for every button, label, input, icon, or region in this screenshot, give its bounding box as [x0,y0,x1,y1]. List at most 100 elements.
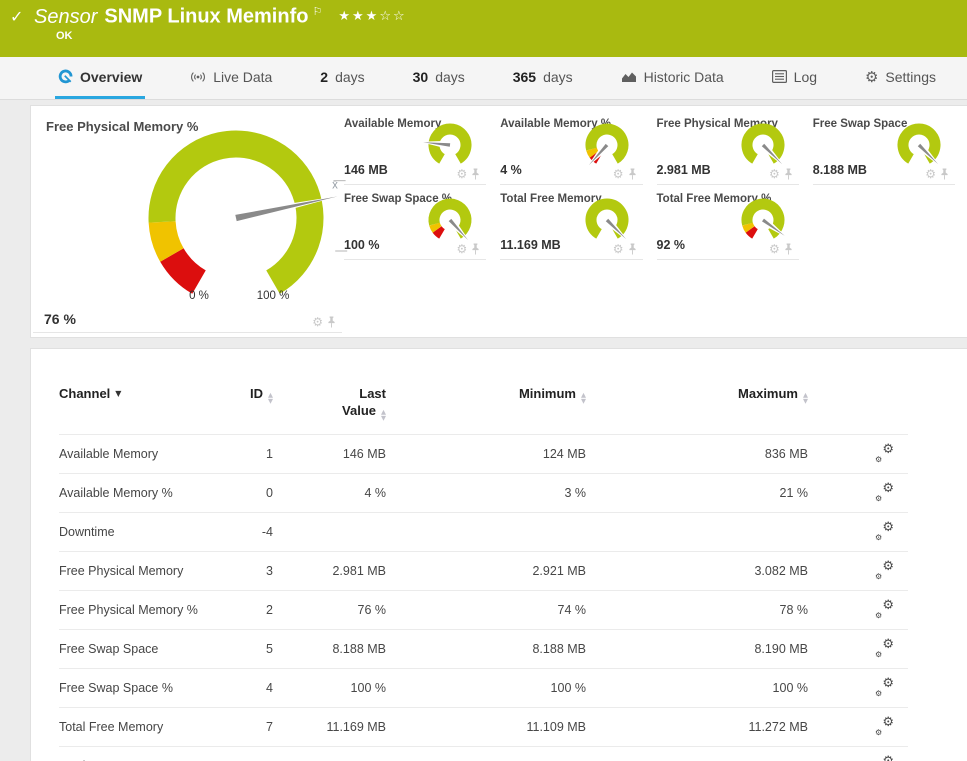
tile-actions: ⚙ [456,168,480,180]
channel-row-available-memory: Available Memory % 0 4 % 3 % 21 % ⚙ ⚙ [59,473,908,513]
gear-icon[interactable]: ⚙ [925,168,936,180]
tile-actions: ⚙ [925,168,949,180]
pin-icon[interactable] [327,316,336,328]
column-actions [808,385,908,435]
channel-maximum [586,512,808,552]
tab-number: 2 [320,68,329,85]
tab-log[interactable]: Log [769,57,820,99]
gauges-panel: Free Physical Memory % 0 % 100 % x̄ 76 % ⚙… [30,105,967,338]
pin-icon[interactable] [784,243,793,255]
channel-maximum: 21 % [586,473,808,513]
channel-settings-icon[interactable]: ⚙⚙ [875,637,894,659]
gauge-value: 4 % [500,163,522,177]
channel-row-total-free-memory: Total Free Memory 7 11.169 MB 11.109 MB 11.2… [59,707,908,747]
gauge-value: 100 % [344,238,380,252]
channel-minimum: 8.188 MB [386,629,586,669]
channel-settings-icon[interactable]: ⚙⚙ [875,676,894,698]
gauge-value: 11.169 MB [500,238,561,252]
pin-icon[interactable] [784,168,793,180]
star-empty-icon[interactable]: ☆ [393,9,407,24]
priority-stars[interactable]: ★★★☆☆ [338,9,406,24]
tile-actions: ⚙ [456,243,480,255]
small-gauges-grid: Available Memory 146 MB ⚙ Available Memory … [342,106,967,337]
column-header-channel[interactable]: Channel ▼ [59,385,209,435]
tab-2-days[interactable]: 2 days [317,57,367,99]
gear-icon[interactable]: ⚙ [769,168,780,180]
channel-settings-icon[interactable]: ⚙⚙ [875,442,894,464]
column-header-maximum[interactable]: Maximum ▲ ▼ [586,385,808,435]
status-check-icon: ✓ [10,7,24,26]
pin-icon[interactable] [628,168,637,180]
gear-icon[interactable]: ⚙ [613,243,624,255]
gauge-value: 8.188 MB [812,163,867,177]
channel-minimum: 74 % [386,590,586,630]
pin-icon[interactable] [628,243,637,255]
channel-id: 4 [209,668,273,708]
channel-last-value: 2.981 MB [273,551,386,591]
tab-overview[interactable]: Overview [55,57,146,99]
pin-icon[interactable] [940,168,949,180]
tab-historic-data[interactable]: Historic Data [618,57,727,99]
pin-icon[interactable] [471,168,480,180]
channel-maximum: 100 % [586,668,808,708]
pin-icon[interactable] [471,243,480,255]
star-filled-icon[interactable]: ★ [366,9,380,24]
channel-minimum: 2.921 MB [386,551,586,591]
gear-icon[interactable]: ⚙ [769,243,780,255]
sort-icon: ▲ ▼ [268,391,273,405]
broadcast-icon [190,70,206,84]
column-header-id[interactable]: ID ▲ ▼ [209,385,273,435]
channel-name: Available Memory [59,434,209,474]
channel-row-free-swap-space: Free Swap Space 5 8.188 MB 8.188 MB 8.190 MB… [59,629,908,669]
star-filled-icon[interactable]: ★ [352,9,366,24]
tab-label: Log [793,68,818,85]
channel-last-value: 4 % [273,473,386,513]
channel-settings-icon[interactable]: ⚙⚙ [875,481,894,503]
channel-name: Free Swap Space [59,629,209,669]
channel-minimum: 124 MB [386,434,586,474]
channel-row-downtime: Downtime -4 ⚙ ⚙ [59,512,908,552]
gauge-tile-free-swap-space: Free Swap Space % 100 % ⚙ [344,185,487,260]
status-badge: OK [56,29,73,42]
star-empty-icon[interactable]: ☆ [379,9,393,24]
gear-icon[interactable]: ⚙ [613,168,624,180]
tab-settings[interactable]: ⚙ Settings [862,57,939,99]
channel-maximum: 11.272 MB [586,707,808,747]
channel-id: 6 [209,746,273,761]
channel-name: Free Physical Memory % [59,590,209,630]
star-filled-icon[interactable]: ★ [338,9,352,24]
flag-icon[interactable]: ⚐ [312,5,322,18]
channel-name: Total Free Memory [59,707,209,747]
channel-settings-icon[interactable]: ⚙⚙ [875,520,894,542]
tab-label: days [543,68,573,85]
tab-365-days[interactable]: 365 days [510,57,576,99]
channel-last-value: 11.169 MB [273,707,386,747]
tile-actions: ⚙ [312,316,336,328]
column-header-minimum[interactable]: Minimum ▲ ▼ [386,385,586,435]
sensor-header: ✓ Sensor SNMP Linux Meminfo ⚐ ★★★☆☆ OK [0,0,967,57]
gauge-tile-free-swap-space: Free Swap Space 8.188 MB ⚙ [812,110,955,185]
tab-number: 365 [512,68,537,85]
channel-settings-icon[interactable]: ⚙⚙ [875,754,894,761]
gear-icon: ⚙ [864,67,879,86]
gear-icon[interactable]: ⚙ [456,168,467,180]
channel-name: Free Physical Memory [59,551,209,591]
channel-last-value: 76 % [273,590,386,630]
tab-30-days[interactable]: 30 days [410,57,468,99]
sensor-tabbar: Overview Live Data 2 days 30 days 365 days Histo… [0,57,967,100]
tab-number: 30 [412,68,429,85]
channel-last-value [273,512,386,552]
tab-live-data[interactable]: Live Data [187,57,275,99]
column-header-last-value[interactable]: Last Value ▲ ▼ [273,385,386,435]
channel-settings-icon[interactable]: ⚙⚙ [875,598,894,620]
channel-minimum: 92 % [386,746,586,761]
channel-settings-icon[interactable]: ⚙⚙ [875,559,894,581]
gear-icon[interactable]: ⚙ [456,243,467,255]
tab-label: Historic Data [643,68,724,85]
gear-icon[interactable]: ⚙ [312,316,323,328]
channel-last-value: 100 % [273,668,386,708]
gauge-tile-free-physical-memory: Free Physical Memory 2.981 MB ⚙ [656,110,799,185]
tab-label: Live Data [213,68,273,85]
channel-minimum [386,512,586,552]
channel-settings-icon[interactable]: ⚙⚙ [875,715,894,737]
